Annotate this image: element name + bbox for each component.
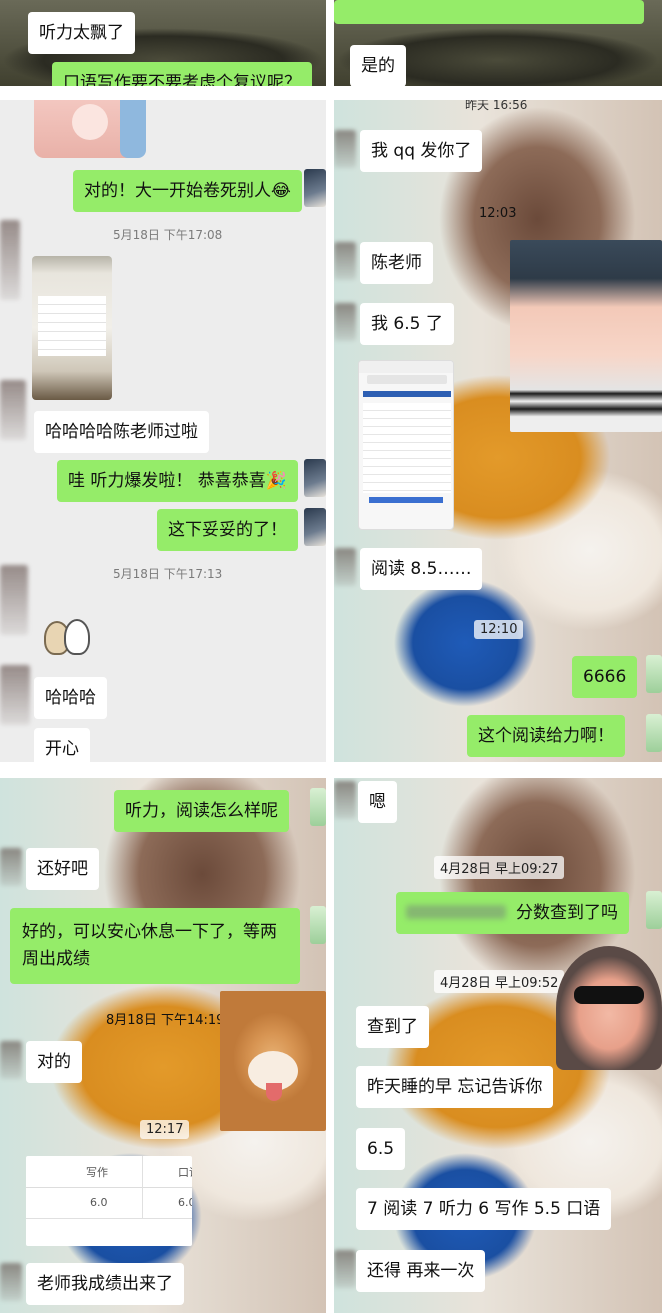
my-avatar[interactable] (310, 906, 326, 944)
message-text: 分数查到了吗 (516, 903, 618, 923)
dog-tongue-icon (266, 1083, 282, 1101)
timestamp: 昨天 16:56 (465, 100, 528, 112)
puppies-sticker[interactable] (40, 615, 92, 659)
baby-photo-sticker[interactable] (510, 240, 662, 432)
contact-avatar[interactable] (0, 220, 20, 300)
timestamp: 12:03 (479, 206, 517, 221)
message-bubble[interactable]: 是的 (350, 45, 406, 86)
thumbnail-table (38, 296, 106, 356)
contact-avatar[interactable] (0, 665, 30, 725)
table-header-cell: 口语 (178, 1166, 192, 1179)
message-bubble[interactable]: 还好吧 (26, 848, 99, 890)
message-bubble[interactable]: 这下妥妥的了！ (157, 509, 298, 551)
contact-avatar[interactable] (334, 548, 356, 586)
message-bubble[interactable]: 我 qq 发你了 (360, 130, 483, 172)
blurred-name (406, 905, 506, 919)
puppy-icon (64, 619, 90, 655)
message-bubble[interactable]: 阅读 8.5…… (360, 548, 483, 590)
chat-panel-top-left: 听力太飘了 口语写作要不要考虑个复议呢？ (0, 0, 326, 86)
cartoon-sticker[interactable] (34, 100, 146, 158)
message-bubble[interactable]: 6.5 (356, 1128, 406, 1170)
timestamp: 5月18日 下午17:13 (113, 567, 223, 581)
chat-panel-mid-right: 昨天 16:56 我 qq 发你了 12:03 陈老师 我 6.5 了 阅读 8… (334, 100, 662, 762)
contact-avatar[interactable] (334, 781, 356, 819)
message-bubble[interactable]: 这个阅读给力啊！ (467, 715, 625, 757)
my-avatar[interactable] (646, 714, 662, 752)
message-bubble[interactable]: 6666 (572, 656, 638, 698)
my-avatar[interactable] (304, 169, 326, 207)
report-table (363, 403, 451, 493)
sunglasses-face-sticker[interactable] (556, 946, 662, 1070)
contact-avatar[interactable] (0, 565, 28, 635)
timestamp: 8月18日 下午14:19 (106, 1013, 225, 1028)
timestamp: 4月28日 早上09:27 (434, 856, 565, 879)
cartoon-hand-icon (120, 100, 146, 158)
message-bubble[interactable]: 听力太飘了 (28, 12, 135, 54)
table-bottom-line (26, 1218, 192, 1219)
message-bubble[interactable]: 昨天睡的早 忘记告诉你 (356, 1066, 554, 1108)
my-avatar[interactable] (310, 788, 326, 826)
message-bubble[interactable]: 查到了 (356, 1006, 429, 1048)
chat-panel-top-right: 是的 (334, 0, 662, 86)
table-divider (142, 1156, 143, 1218)
my-avatar[interactable] (304, 459, 326, 497)
message-bubble[interactable]: 老师我成绩出来了 (26, 1263, 184, 1305)
message-bubble[interactable]: 分数查到了吗 (396, 892, 629, 934)
contact-avatar[interactable] (334, 1250, 356, 1288)
message-bubble[interactable]: 哇 听力爆发啦！ 恭喜恭喜🎉 (57, 460, 298, 502)
message-bubble[interactable]: 开心 (34, 728, 90, 762)
message-bubble[interactable]: 还得 再来一次 (356, 1250, 486, 1292)
contact-avatar[interactable] (0, 848, 22, 886)
message-bubble[interactable]: 好的，可以安心休息一下了，等两周出成绩 (10, 908, 300, 984)
chat-panel-bottom-left: 听力，阅读怎么样呢 还好吧 好的，可以安心休息一下了，等两周出成绩 8月18日 … (0, 778, 326, 1313)
contact-avatar[interactable] (0, 1263, 22, 1301)
message-bubble[interactable]: 陈老师 (360, 242, 433, 284)
url-bar (367, 375, 447, 384)
sticker-bubble[interactable] (334, 0, 644, 24)
message-bubble[interactable]: 口语写作要不要考虑个复议呢？ (52, 62, 312, 86)
chat-panel-bottom-right: 嗯 4月28日 早上09:27 分数查到了吗 4月28日 早上09:52 查到了… (334, 778, 662, 1313)
score-report-screenshot[interactable] (358, 360, 454, 530)
contact-avatar[interactable] (334, 130, 356, 168)
table-header-cell: 写作 (86, 1166, 108, 1179)
message-bubble[interactable]: 7 阅读 7 听力 6 写作 5.5 口语 (356, 1188, 612, 1230)
contact-avatar[interactable] (334, 303, 356, 341)
timestamp: 5月18日 下午17:08 (113, 228, 223, 242)
my-avatar[interactable] (646, 655, 662, 693)
timestamp: 4月28日 早上09:52 (434, 970, 565, 993)
table-cell: 6.0 (90, 1196, 108, 1209)
my-avatar[interactable] (646, 891, 662, 929)
cartoon-face-icon (72, 104, 108, 140)
message-bubble[interactable]: 哈哈哈 (34, 677, 107, 719)
score-table-screenshot[interactable]: 写作 口语 6.0 6.0 (26, 1156, 192, 1246)
timestamp: 12:10 (474, 620, 524, 639)
message-bubble[interactable]: 嗯 (358, 781, 397, 823)
shiba-dog-sticker[interactable] (220, 991, 326, 1131)
message-bubble[interactable]: 听力，阅读怎么样呢 (114, 790, 289, 832)
score-screenshot-thumbnail[interactable] (32, 256, 112, 400)
contact-avatar[interactable] (0, 380, 26, 440)
message-bubble[interactable]: 我 6.5 了 (360, 303, 454, 345)
contact-avatar[interactable] (334, 242, 356, 280)
message-bubble[interactable]: 对的！大一开始卷死别人😂 (73, 170, 302, 212)
report-link (369, 497, 443, 503)
sunglasses-icon (574, 986, 644, 1004)
table-header-row (26, 1156, 192, 1188)
table-cell: 6.0 (178, 1196, 192, 1209)
timestamp: 12:17 (140, 1120, 190, 1139)
message-bubble[interactable]: 对的 (26, 1041, 82, 1083)
report-header (363, 391, 451, 397)
my-avatar[interactable] (304, 508, 326, 546)
phone-status-bar (359, 361, 453, 373)
contact-avatar[interactable] (0, 1041, 22, 1079)
chat-panel-mid-left: 对的！大一开始卷死别人😂 5月18日 下午17:08 哈哈哈哈陈老师过啦 哇 听… (0, 100, 326, 762)
message-bubble[interactable]: 哈哈哈哈陈老师过啦 (34, 411, 209, 453)
